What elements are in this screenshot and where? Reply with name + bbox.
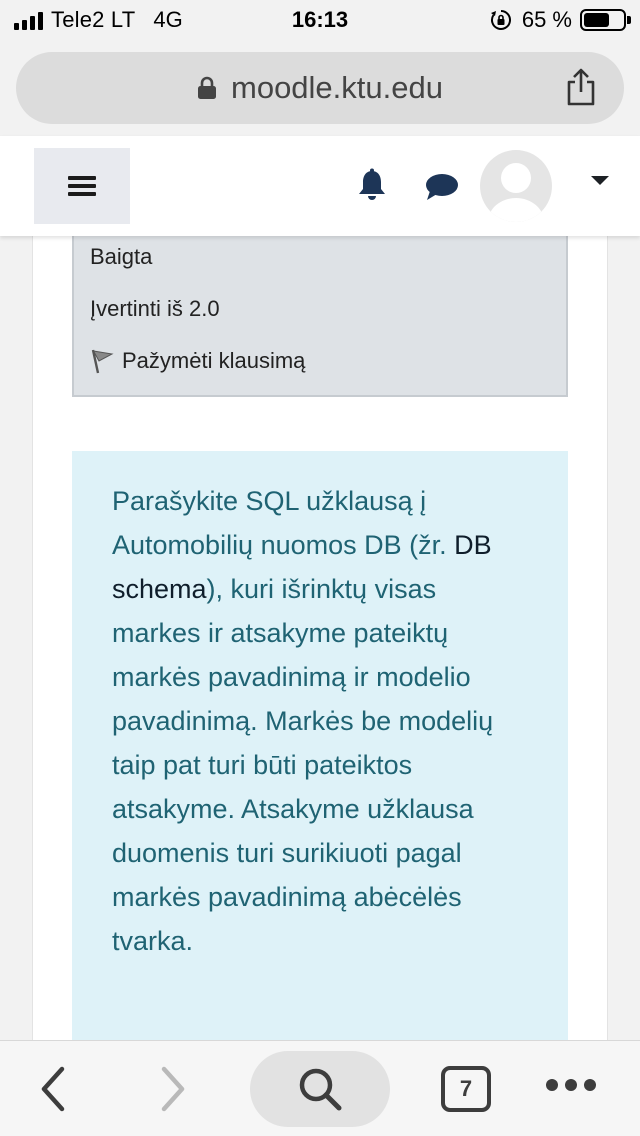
forward-icon[interactable] xyxy=(158,1065,188,1113)
rotation-lock-icon xyxy=(490,10,511,30)
flag-question-label: Pažymėti klausimą xyxy=(122,348,306,373)
more-options-icon[interactable] xyxy=(546,1079,596,1091)
flag-question-link[interactable]: Pažymėti klausimą xyxy=(90,348,305,374)
flag-icon xyxy=(91,349,114,374)
status-bar: Tele2 LT 4G 16:13 65 % xyxy=(0,0,640,40)
question-grade: Įvertinti iš 2.0 xyxy=(90,296,220,321)
menu-button[interactable] xyxy=(34,148,130,224)
tab-count: 7 xyxy=(459,1076,473,1101)
question-text-part1: Parašykite SQL užklausą į Automobilių nu… xyxy=(112,486,455,560)
search-button[interactable] xyxy=(250,1051,390,1127)
address-bar-content: moodle.ktu.edu xyxy=(16,52,624,124)
back-icon[interactable] xyxy=(38,1065,68,1113)
page: Tele2 LT 4G 16:13 65 % moodle.ktu.edu Ba… xyxy=(0,0,640,1136)
battery-fill xyxy=(584,13,609,27)
user-avatar-icon[interactable] xyxy=(480,150,552,222)
question-text-part3: atsakyme. Atsakyme užklausa duomenis tur… xyxy=(112,794,474,956)
moodle-header xyxy=(0,136,640,236)
question-text-part2: ), kuri išrinktų visas markes ir atsakym… xyxy=(112,574,494,780)
question-status: Baigta xyxy=(90,244,153,269)
browser-toolbar: 7 xyxy=(0,1040,640,1136)
share-icon[interactable] xyxy=(564,68,598,106)
hamburger-icon xyxy=(68,172,96,200)
address-bar[interactable]: moodle.ktu.edu xyxy=(16,52,624,124)
search-icon xyxy=(299,1068,342,1111)
tabs-button[interactable]: 7 xyxy=(441,1066,491,1112)
caret-down-icon[interactable] xyxy=(591,176,609,185)
chat-bubble-icon[interactable] xyxy=(424,172,460,202)
url-text: moodle.ktu.edu xyxy=(231,70,443,105)
question-text-box: Parašykite SQL užklausą į Automobilių nu… xyxy=(72,451,568,1051)
bell-icon[interactable] xyxy=(356,168,388,202)
battery-nub xyxy=(627,16,631,24)
question-info-box: Baigta Įvertinti iš 2.0 Pažymėti klausim… xyxy=(72,236,568,397)
user-silhouette-icon xyxy=(488,163,544,222)
battery-icon xyxy=(580,9,631,31)
status-right: 65 % xyxy=(490,7,631,33)
lock-icon xyxy=(198,76,216,99)
battery-percent: 65 % xyxy=(521,7,572,32)
question-text: Parašykite SQL užklausą į Automobilių nu… xyxy=(112,479,528,963)
